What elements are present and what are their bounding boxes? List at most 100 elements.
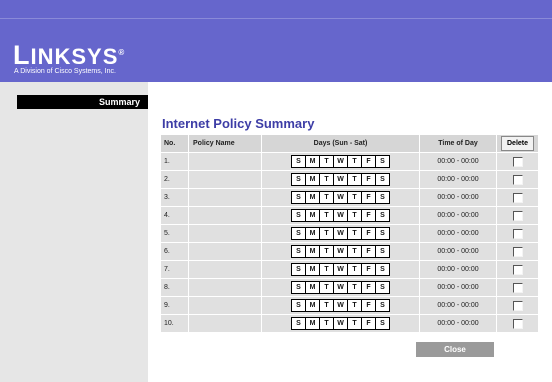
days-selector: SMTWTFS: [291, 245, 390, 258]
days-selector: SMTWTFS: [291, 263, 390, 276]
day-cell: S: [292, 246, 305, 257]
table-row: 3. S M T W T F S 00:00 - 00:00: [161, 189, 539, 206]
delete-button[interactable]: Delete: [501, 136, 535, 151]
days-selector: SMTWTFS: [291, 155, 390, 168]
days-selector: SMTWTFS: [291, 209, 390, 222]
days-cell: SMTWTFS: [262, 243, 419, 260]
delete-checkbox[interactable]: [512, 264, 523, 275]
day-cell: S: [376, 174, 389, 185]
row-number: 5.: [161, 225, 188, 242]
delete-checkbox[interactable]: [512, 246, 523, 257]
days-cell: SMTWTFS: [262, 207, 419, 224]
day-cell: M: [306, 210, 319, 221]
page-title: Internet Policy Summary: [162, 116, 315, 131]
day-cell: W: [334, 228, 347, 239]
row-number: 8.: [161, 279, 188, 296]
delete-checkbox[interactable]: [512, 192, 523, 203]
delete-checkbox[interactable]: [512, 228, 523, 239]
delete-checkbox[interactable]: [512, 210, 523, 221]
day-cell: S: [292, 210, 305, 221]
day-cell: T: [320, 156, 333, 167]
header-divider: [0, 18, 552, 19]
table-row: 8. S M T W T F S 00:00 - 00:00: [161, 279, 539, 296]
day-cell: W: [334, 264, 347, 275]
day-cell: W: [334, 282, 347, 293]
time-of-day: 00:00 - 00:00: [420, 315, 496, 332]
time-of-day: 00:00 - 00:00: [420, 225, 496, 242]
day-cell: F: [362, 264, 375, 275]
table-row: 5. S M T W T F S 00:00 - 00:00: [161, 225, 539, 242]
day-cell: T: [348, 228, 361, 239]
header-days: Days (Sun - Sat): [262, 135, 419, 152]
delete-cell: [497, 225, 539, 242]
day-cell: S: [292, 282, 305, 293]
delete-checkbox[interactable]: [512, 174, 523, 185]
header-no: No.: [161, 135, 188, 152]
day-cell: S: [376, 210, 389, 221]
row-number: 9.: [161, 297, 188, 314]
delete-checkbox[interactable]: [512, 318, 523, 329]
delete-cell: [497, 297, 539, 314]
table-row: 7. S M T W T F S 00:00 - 00:00: [161, 261, 539, 278]
day-cell: W: [334, 156, 347, 167]
day-cell: S: [292, 156, 305, 167]
day-cell: S: [376, 282, 389, 293]
day-cell: M: [306, 192, 319, 203]
row-number: 2.: [161, 171, 188, 188]
day-cell: T: [320, 228, 333, 239]
header-policy-name: Policy Name: [189, 135, 261, 152]
policy-summary-table: No. Policy Name Days (Sun - Sat) Time of…: [160, 134, 539, 333]
days-selector: SMTWTFS: [291, 191, 390, 204]
day-cell: F: [362, 228, 375, 239]
policy-name: [189, 207, 261, 224]
time-of-day: 00:00 - 00:00: [420, 207, 496, 224]
day-cell: S: [376, 318, 389, 329]
time-of-day: 00:00 - 00:00: [420, 153, 496, 170]
days-selector: SMTWTFS: [291, 317, 390, 330]
day-cell: F: [362, 192, 375, 203]
row-number: 6.: [161, 243, 188, 260]
policy-name: [189, 297, 261, 314]
policy-name: [189, 261, 261, 278]
delete-cell: [497, 171, 539, 188]
days-cell: SMTWTFS: [262, 261, 419, 278]
table-row: 2. S M T W T F S 00:00 - 00:00: [161, 171, 539, 188]
time-of-day: 00:00 - 00:00: [420, 279, 496, 296]
policy-name: [189, 153, 261, 170]
day-cell: S: [292, 318, 305, 329]
day-cell: M: [306, 318, 319, 329]
brand-tagline: A Division of Cisco Systems, Inc.: [14, 68, 116, 75]
day-cell: S: [292, 264, 305, 275]
day-cell: T: [320, 264, 333, 275]
time-of-day: 00:00 - 00:00: [420, 261, 496, 278]
day-cell: M: [306, 228, 319, 239]
delete-cell: [497, 207, 539, 224]
days-selector: SMTWTFS: [291, 299, 390, 312]
day-cell: T: [320, 174, 333, 185]
days-cell: SMTWTFS: [262, 297, 419, 314]
day-cell: T: [348, 318, 361, 329]
delete-checkbox[interactable]: [512, 282, 523, 293]
table-row: 1. S M T W T F S 00:00 - 00:00: [161, 153, 539, 170]
row-number: 10.: [161, 315, 188, 332]
delete-checkbox[interactable]: [512, 156, 523, 167]
day-cell: T: [348, 156, 361, 167]
day-cell: T: [348, 174, 361, 185]
days-cell: SMTWTFS: [262, 315, 419, 332]
day-cell: T: [348, 300, 361, 311]
time-of-day: 00:00 - 00:00: [420, 243, 496, 260]
sidebar-item-summary[interactable]: Summary: [17, 95, 148, 109]
delete-checkbox[interactable]: [512, 300, 523, 311]
delete-cell: [497, 153, 539, 170]
day-cell: W: [334, 246, 347, 257]
delete-cell: [497, 279, 539, 296]
day-cell: F: [362, 282, 375, 293]
day-cell: F: [362, 156, 375, 167]
close-button[interactable]: Close: [416, 342, 494, 357]
policy-name: [189, 279, 261, 296]
day-cell: S: [376, 156, 389, 167]
policy-name: [189, 225, 261, 242]
delete-cell: [497, 189, 539, 206]
day-cell: T: [320, 282, 333, 293]
day-cell: W: [334, 174, 347, 185]
